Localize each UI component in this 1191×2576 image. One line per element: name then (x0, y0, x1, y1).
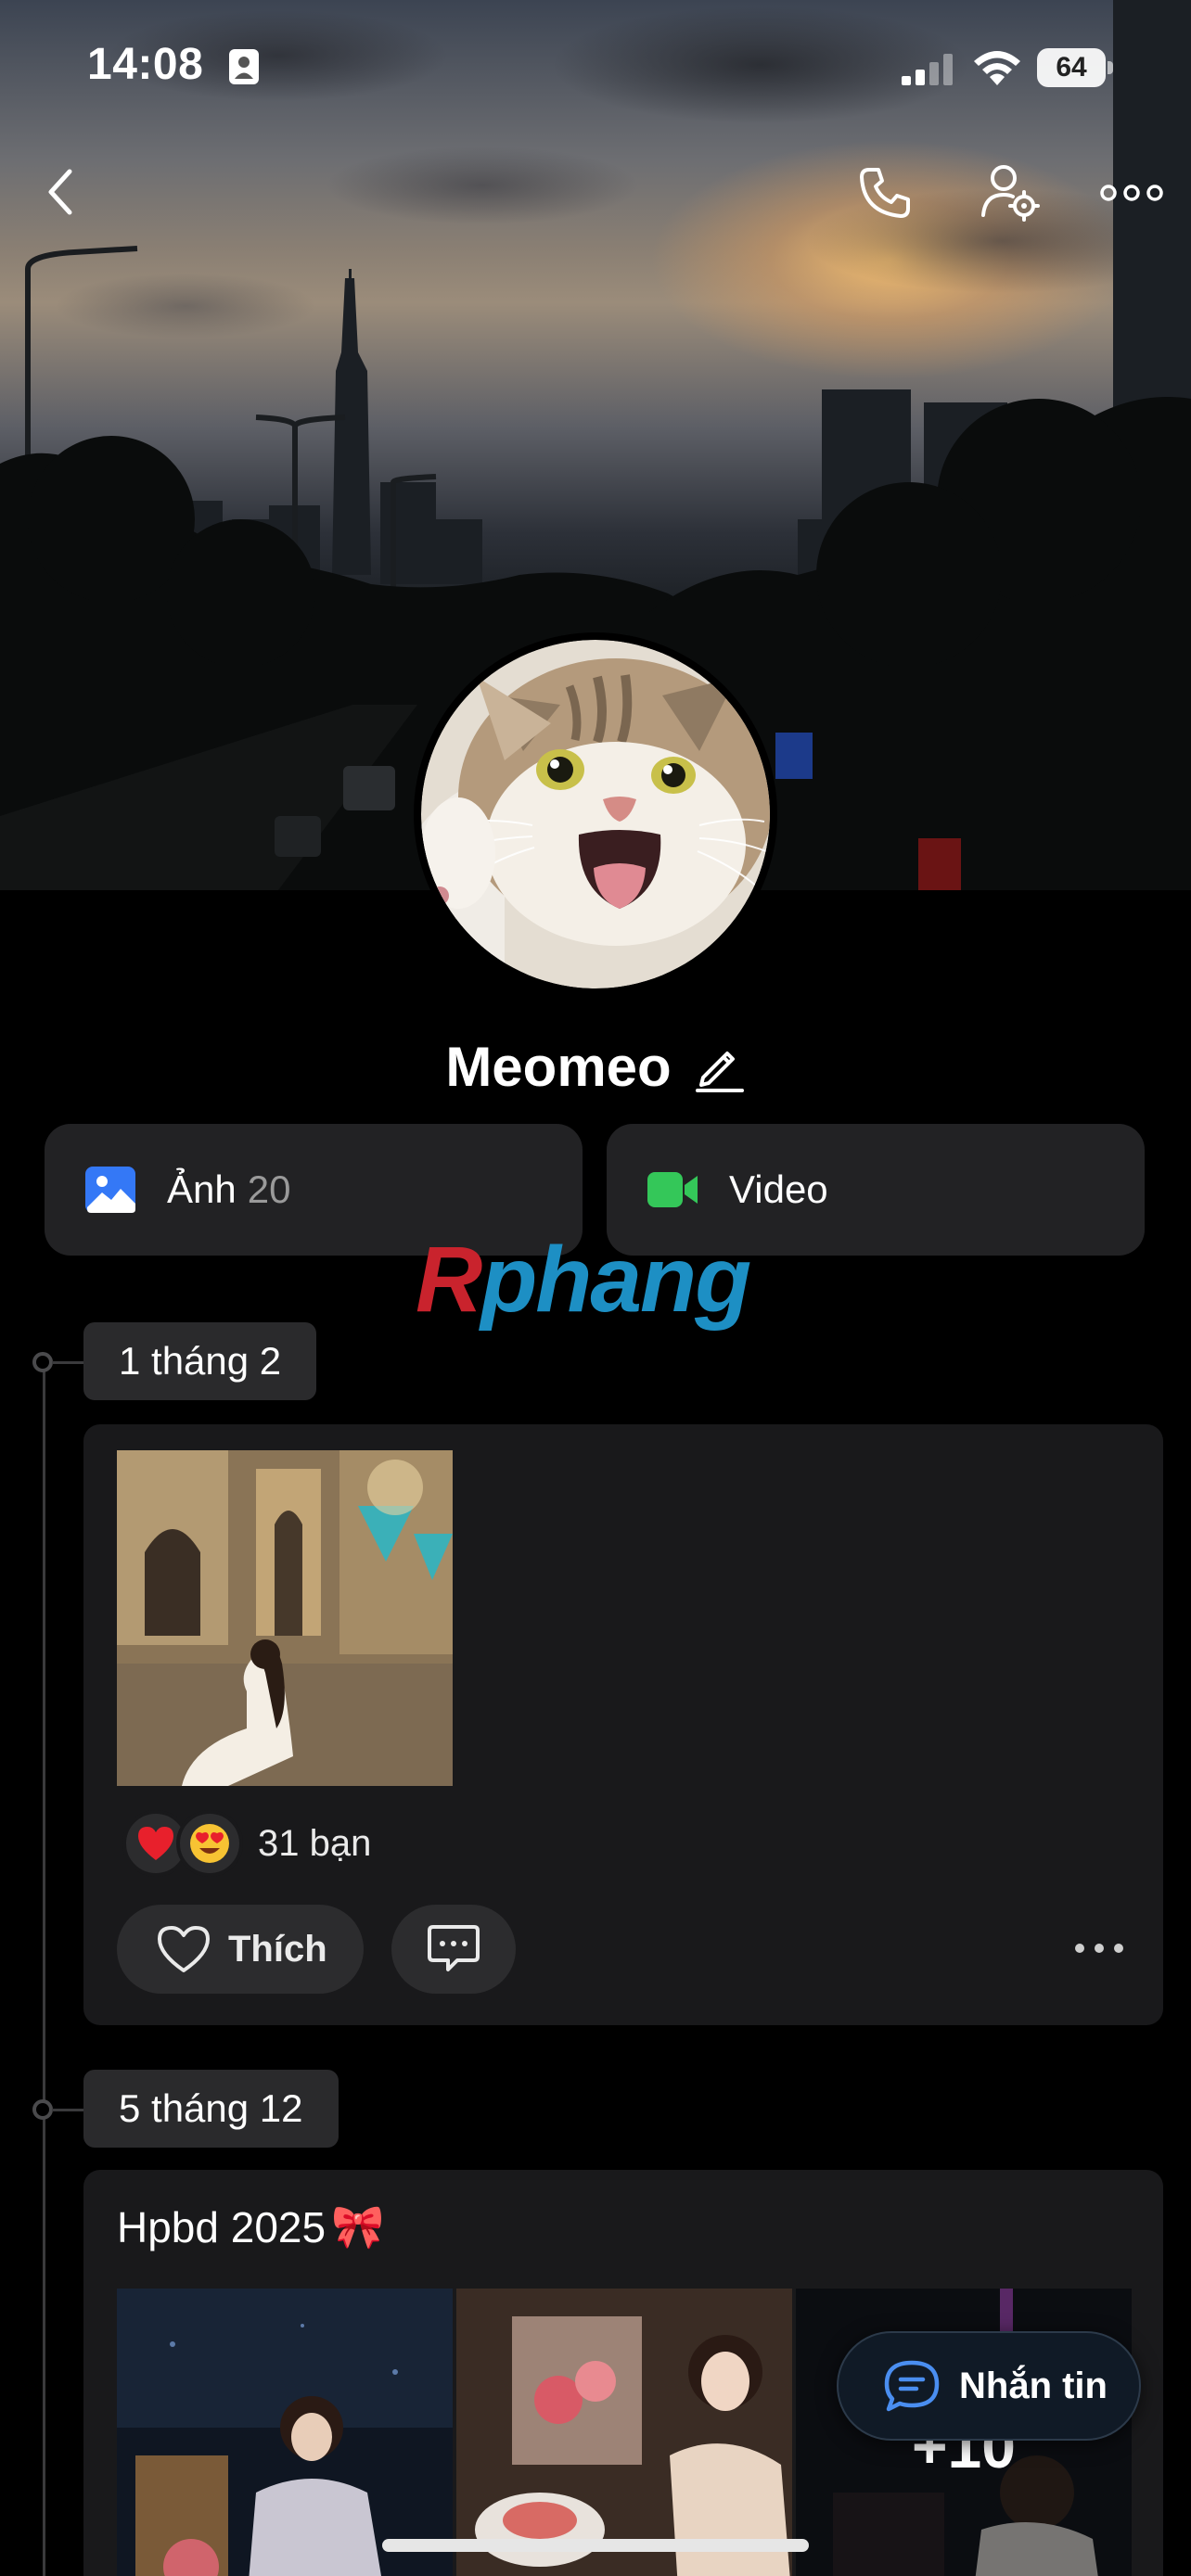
image-icon (85, 1167, 135, 1213)
contact-card-icon (229, 49, 259, 84)
post-photo[interactable] (117, 2289, 453, 2576)
reaction-count: 31 bạn (258, 1822, 372, 1864)
video-camera-icon (647, 1172, 698, 1207)
post-more-icon[interactable] (1067, 1925, 1132, 1971)
timeline-post[interactable]: 31 bạn Thích (83, 1424, 1163, 2025)
message-label: Nhắn tin (959, 2365, 1108, 2406)
battery-icon: 64 (1037, 48, 1113, 87)
cat-avatar-image (421, 640, 770, 988)
timeline-line (43, 1361, 45, 2576)
date-chip: 5 tháng 12 (83, 2070, 339, 2148)
message-button[interactable]: Nhắn tin (837, 2331, 1141, 2441)
like-button[interactable]: Thích (117, 1905, 364, 1994)
home-indicator[interactable] (382, 2539, 809, 2552)
comment-icon (428, 1925, 480, 1971)
timeline-dot (32, 1352, 53, 1372)
more-icon[interactable] (1095, 165, 1169, 221)
watermark-logo: Rphang (416, 1228, 751, 1332)
post-title: Hpbd 2025 🎀 (117, 2202, 385, 2251)
reactions-summary[interactable]: 31 bạn (122, 1806, 371, 1881)
profile-settings-icon[interactable] (976, 158, 1044, 226)
post-photo[interactable] (456, 2289, 792, 2576)
photos-count: 20 (247, 1167, 291, 1211)
date-chip: 1 tháng 2 (83, 1322, 317, 1400)
comment-button[interactable] (391, 1905, 516, 1994)
wifi-icon (974, 51, 1020, 85)
ribbon-icon: 🎀 (331, 2202, 385, 2251)
battery-level: 64 (1037, 48, 1106, 87)
signal-icon (902, 54, 953, 85)
profile-name-row: Meomeo (0, 1029, 1191, 1103)
status-time: 14:08 (87, 40, 204, 89)
phone-icon[interactable] (852, 159, 918, 226)
profile-name: Meomeo (445, 1035, 672, 1098)
timeline-dot (32, 2099, 53, 2120)
like-label: Thích (228, 1928, 327, 1970)
status-bar: 14:08 64 (0, 0, 1191, 130)
post-photo[interactable] (117, 1450, 453, 1786)
heart-outline-icon (158, 1926, 210, 1972)
chat-bubble-icon (884, 2360, 940, 2412)
pencil-icon[interactable] (694, 1040, 746, 1092)
video-label: Video (729, 1167, 828, 1211)
photos-label: Ảnh (167, 1167, 237, 1211)
heart-eyes-icon (176, 1810, 243, 1877)
back-icon[interactable] (28, 159, 93, 224)
avatar[interactable] (414, 632, 777, 996)
